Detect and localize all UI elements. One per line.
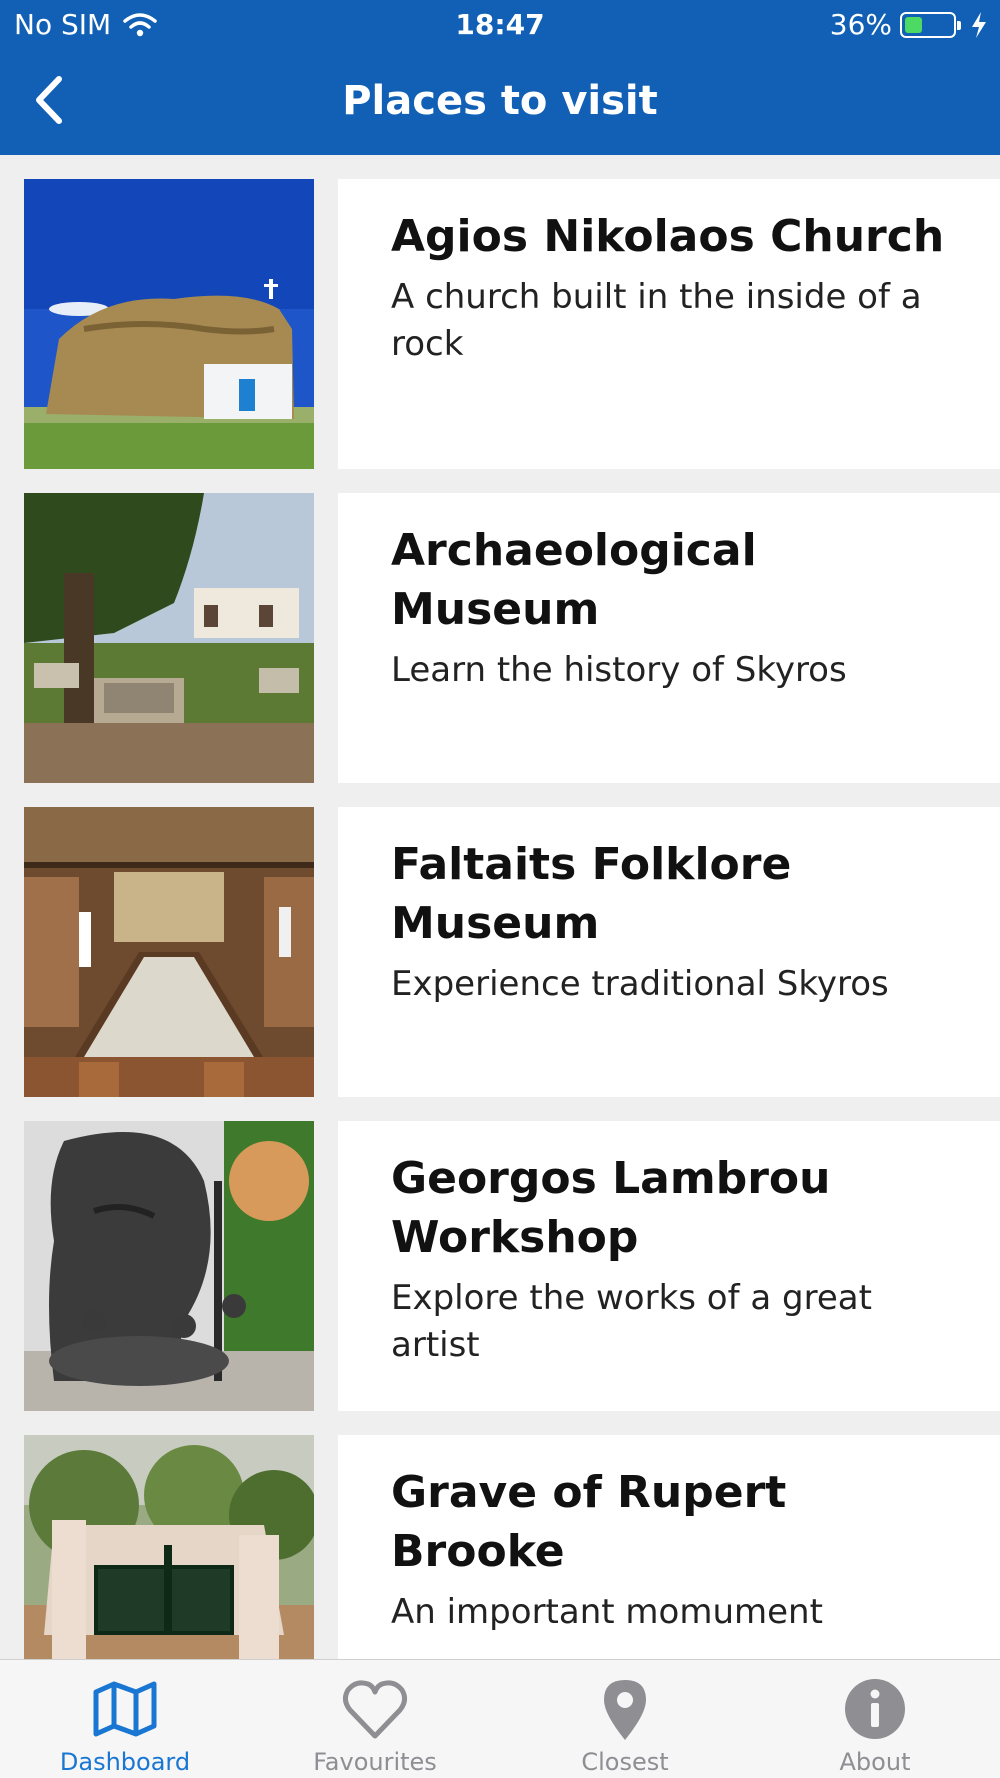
tab-bar: Dashboard Favourites Closest About	[0, 1659, 1000, 1778]
place-title: Grave of Rupert Brooke	[391, 1467, 787, 1577]
tab-label: Dashboard	[59, 1748, 191, 1776]
place-card[interactable]: Agios Nikolaos Church A church built in …	[338, 179, 1000, 469]
place-description: Explore the works of a great artist	[391, 1278, 872, 1365]
place-card[interactable]: Archaeological Museum Learn the history …	[338, 493, 1000, 783]
header-bar: No SIM 18:47 36% Places to visit	[0, 0, 1000, 155]
place-row-agios-nikolaos[interactable]: Agios Nikolaos Church A church built in …	[0, 155, 1000, 469]
place-photo	[24, 807, 314, 1097]
place-photo	[24, 1121, 314, 1411]
place-photo	[24, 179, 314, 469]
place-card[interactable]: Georgos Lambrou Workshop Explore the wor…	[338, 1121, 1000, 1411]
status-bar: No SIM 18:47 36%	[0, 0, 1000, 50]
place-title: Archaeological Museum	[391, 525, 757, 635]
place-row-faltaits-museum[interactable]: Faltaits Folklore Museum Experience trad…	[0, 783, 1000, 1097]
place-row-archaeological-museum[interactable]: Archaeological Museum Learn the history …	[0, 469, 1000, 783]
location-pin-icon	[604, 1680, 646, 1740]
info-icon	[845, 1679, 905, 1739]
tab-closest[interactable]: Closest	[500, 1660, 750, 1778]
charging-bolt-icon	[972, 11, 986, 38]
places-list[interactable]: Agios Nikolaos Church A church built in …	[0, 155, 1000, 1659]
place-description: Experience traditional Skyros	[391, 964, 889, 1004]
nav-bar: Places to visit	[0, 60, 1000, 140]
place-row-grave-rupert-brooke[interactable]: Grave of Rupert Brooke An important momu…	[0, 1411, 1000, 1659]
place-title: Faltaits Folklore Museum	[391, 839, 792, 949]
place-title: Georgos Lambrou Workshop	[391, 1153, 831, 1263]
place-photo	[24, 1435, 314, 1659]
tab-about[interactable]: About	[750, 1660, 1000, 1778]
page-title: Places to visit	[342, 78, 658, 124]
place-description: Learn the history of Skyros	[391, 650, 847, 690]
place-card[interactable]: Faltaits Folklore Museum Experience trad…	[338, 807, 1000, 1097]
place-photo	[24, 493, 314, 783]
heart-icon	[342, 1680, 408, 1739]
tab-label: Closest	[581, 1748, 669, 1776]
map-icon	[93, 1681, 157, 1737]
tab-label: Favourites	[313, 1748, 437, 1776]
tab-dashboard[interactable]: Dashboard	[0, 1660, 250, 1778]
battery-icon	[900, 11, 961, 38]
place-description: A church built in the inside of a rock	[391, 277, 922, 364]
battery-percent: 36%	[829, 8, 892, 41]
place-row-georgos-lambrou[interactable]: Georgos Lambrou Workshop Explore the wor…	[0, 1097, 1000, 1411]
place-card[interactable]: Grave of Rupert Brooke An important momu…	[338, 1435, 1000, 1659]
tab-label: About	[839, 1748, 911, 1776]
place-description: An important momument	[391, 1592, 823, 1632]
battery-group: 36%	[830, 8, 988, 41]
place-title: Agios Nikolaos Church	[391, 211, 945, 262]
tab-favourites[interactable]: Favourites	[250, 1660, 500, 1778]
